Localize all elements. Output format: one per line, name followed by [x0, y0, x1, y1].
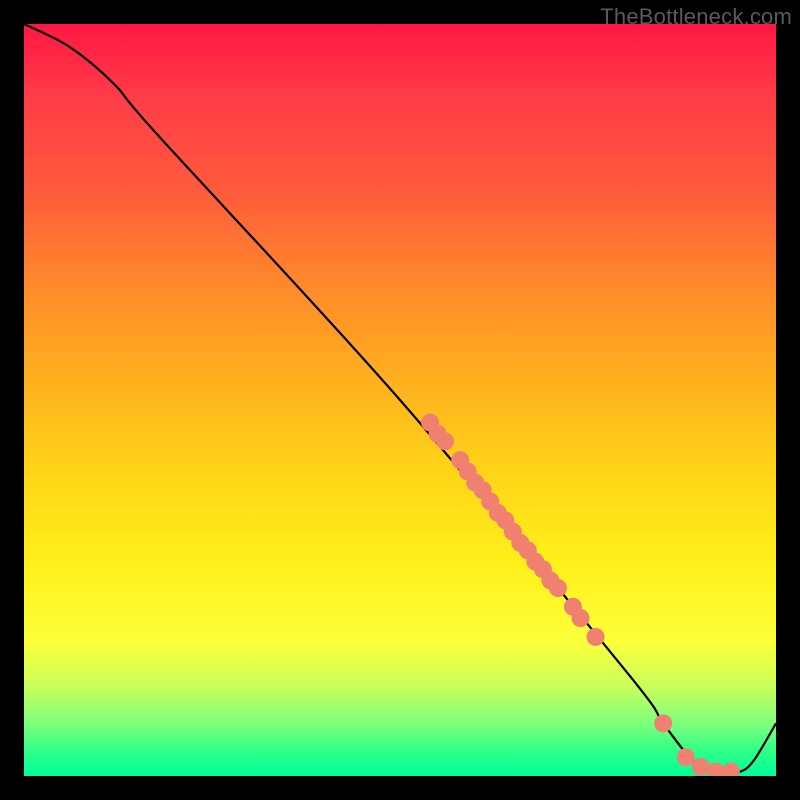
data-marker	[587, 628, 605, 646]
data-marker	[549, 579, 567, 597]
data-marker	[707, 762, 725, 776]
data-marker	[654, 714, 672, 732]
chart-svg	[24, 24, 776, 776]
data-marker	[722, 762, 740, 776]
data-marker	[436, 432, 454, 450]
chart-area	[24, 24, 776, 776]
data-markers	[421, 414, 740, 776]
watermark-text: TheBottleneck.com	[600, 4, 792, 30]
data-marker	[677, 748, 695, 766]
data-marker	[571, 609, 589, 627]
bottleneck-curve	[24, 24, 776, 774]
